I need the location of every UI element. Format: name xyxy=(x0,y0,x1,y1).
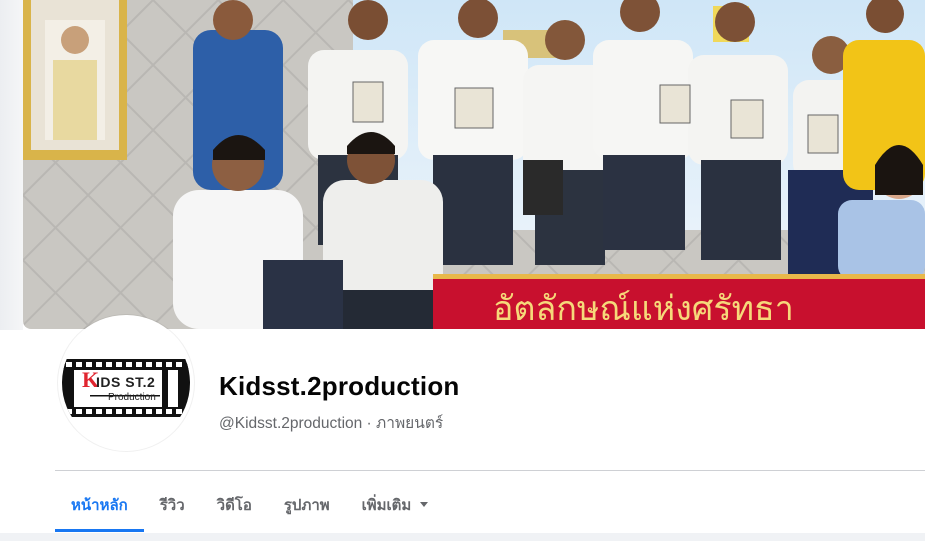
tabs-divider xyxy=(55,470,925,471)
banner-text: อัตลักษณ์แห่งศรัทธา xyxy=(493,289,794,329)
page-bottom-edge xyxy=(0,533,925,541)
tab-videos-label: วิดีโอ xyxy=(216,496,252,514)
tab-photos-label: รูปภาพ xyxy=(283,496,330,514)
caret-down-icon xyxy=(420,502,429,507)
page-title: Kidsst.2production xyxy=(219,371,460,401)
tab-home[interactable]: หน้าหลัก xyxy=(55,480,144,532)
tab-videos[interactable]: วิดีโอ xyxy=(201,480,268,529)
tab-home-label: หน้าหลัก xyxy=(71,496,128,514)
tab-more-label: เพิ่มเติม xyxy=(361,496,412,514)
tab-photos[interactable]: รูปภาพ xyxy=(268,480,346,529)
tab-more[interactable]: เพิ่มเติม xyxy=(346,480,445,529)
page-handle-category: @Kidsst.2production · ภาพยนตร์ xyxy=(219,415,444,432)
logo-main-text: IDS ST.2 xyxy=(96,374,156,390)
cover-photo[interactable]: อัตลักษณ์แห่งศรัทธา xyxy=(23,0,925,329)
left-gutter xyxy=(0,0,23,330)
profile-tabs: หน้าหลัก รีวิว วิดีโอ รูปภาพ เพิ่มเติม xyxy=(55,480,444,532)
profile-avatar[interactable]: K IDS ST.2 Production xyxy=(58,315,194,451)
tab-reviews[interactable]: รีวิว xyxy=(144,480,201,529)
tab-reviews-label: รีวิว xyxy=(159,496,185,514)
avatar-logo: K IDS ST.2 Production xyxy=(62,319,190,447)
logo-sub-text: Production xyxy=(108,392,156,403)
